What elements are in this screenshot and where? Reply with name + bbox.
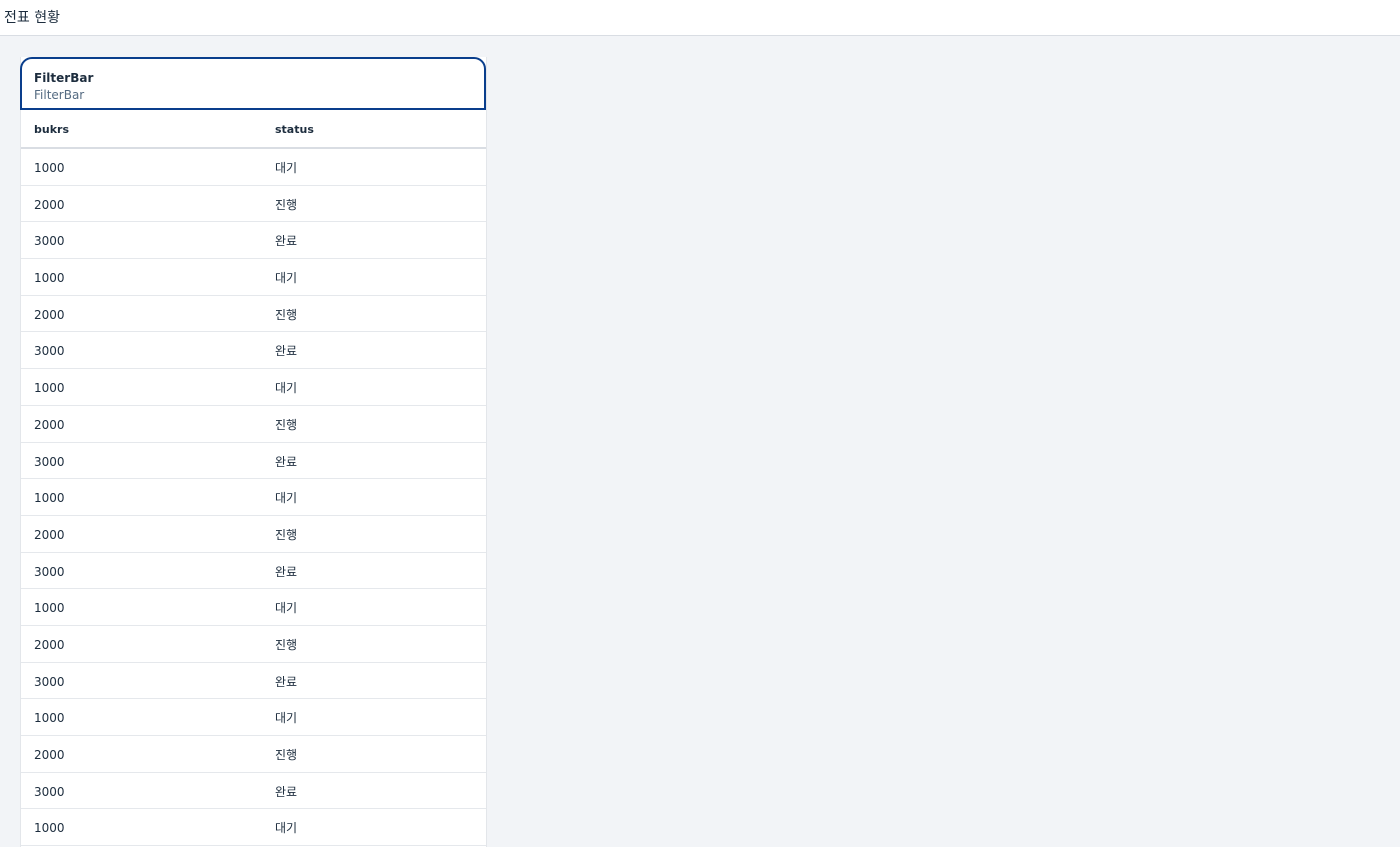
- cell-bukrs: 1000: [34, 381, 65, 396]
- page-title: 전표 현황: [4, 10, 60, 26]
- cell-status: 완료: [275, 344, 298, 359]
- cell-bukrs: 2000: [34, 527, 65, 542]
- cell-bukrs: 2000: [34, 197, 65, 212]
- table-row[interactable]: 1000 대기: [21, 809, 486, 847]
- table-row[interactable]: 2000 진행: [21, 296, 486, 333]
- cell-status: 완료: [275, 564, 298, 579]
- table-row[interactable]: 2000 진행: [21, 516, 486, 553]
- cell-status: 대기: [275, 601, 298, 616]
- table-row[interactable]: 1000 대기: [21, 369, 486, 406]
- column-header-bukrs[interactable]: bukrs: [34, 122, 69, 138]
- table-row[interactable]: 3000 완료: [21, 443, 486, 480]
- column-header-status[interactable]: status: [275, 122, 314, 138]
- cell-status: 진행: [275, 417, 298, 432]
- table-row[interactable]: 2000 진행: [21, 186, 486, 223]
- cell-bukrs: 2000: [34, 748, 65, 762]
- cell-bukrs: 2000: [34, 637, 65, 652]
- filter-bar-title: FilterBar: [34, 71, 94, 85]
- cell-bukrs: 3000: [34, 234, 65, 249]
- table-row[interactable]: 1000 대기: [21, 149, 486, 186]
- cell-status: 완료: [275, 784, 298, 799]
- app-header: 전표 현황: [0, 0, 1400, 36]
- cell-bukrs: 3000: [34, 784, 65, 799]
- table-row[interactable]: 1000 대기: [21, 259, 486, 296]
- cell-bukrs: 3000: [34, 674, 65, 689]
- cell-status: 완료: [275, 454, 298, 469]
- table-row[interactable]: 3000 완료: [21, 222, 486, 260]
- cell-bukrs: 1000: [34, 601, 65, 616]
- table-row[interactable]: 2000 진행: [21, 406, 486, 443]
- data-table: bukrs status 1000 대기 2000 진행 3000 완료 1000 대기 200…: [21, 110, 486, 847]
- cell-bukrs: 1000: [34, 821, 65, 836]
- cell-bukrs: 2000: [34, 417, 65, 432]
- cell-status: 완료: [275, 674, 298, 689]
- cell-status: 진행: [275, 637, 298, 652]
- cell-bukrs: 3000: [34, 454, 65, 469]
- table-row[interactable]: 1000 대기: [21, 589, 486, 626]
- cell-status: 대기: [275, 271, 298, 286]
- cell-status: 대기: [275, 161, 298, 175]
- filter-bar[interactable]: FilterBar FilterBar: [20, 57, 486, 110]
- cell-status: 진행: [275, 527, 298, 542]
- cell-status: 완료: [275, 234, 298, 249]
- cell-bukrs: 1000: [34, 711, 65, 726]
- table-row[interactable]: 1000 대기: [21, 699, 486, 736]
- cell-status: 진행: [275, 748, 298, 762]
- table-row[interactable]: 2000 진행: [21, 626, 486, 663]
- cell-bukrs: 2000: [34, 307, 65, 322]
- cell-bukrs: 3000: [34, 564, 65, 579]
- content-panel: FilterBar FilterBar bukrs status 1000 대기 2…: [20, 57, 487, 847]
- cell-bukrs: 1000: [34, 161, 65, 175]
- cell-status: 진행: [275, 197, 298, 212]
- table-row[interactable]: 2000 진행: [21, 736, 486, 773]
- cell-bukrs: 1000: [34, 271, 65, 286]
- cell-status: 대기: [275, 711, 298, 726]
- table-body: 1000 대기 2000 진행 3000 완료 1000 대기 2000 진행 3000 완료 1000…: [21, 149, 486, 847]
- filter-bar-subtitle: FilterBar: [34, 88, 85, 102]
- table-header: bukrs status: [21, 110, 486, 149]
- cell-status: 진행: [275, 307, 298, 322]
- table-row[interactable]: 3000 완료: [21, 553, 486, 590]
- cell-status: 대기: [275, 381, 298, 396]
- cell-bukrs: 1000: [34, 491, 65, 506]
- table-row[interactable]: 3000 완료: [21, 663, 486, 700]
- table-row[interactable]: 3000 완료: [21, 773, 486, 810]
- cell-status: 대기: [275, 821, 298, 836]
- table-row[interactable]: 3000 완료: [21, 332, 486, 370]
- table-row[interactable]: 1000 대기: [21, 479, 486, 516]
- cell-status: 대기: [275, 491, 298, 506]
- cell-bukrs: 3000: [34, 344, 65, 359]
